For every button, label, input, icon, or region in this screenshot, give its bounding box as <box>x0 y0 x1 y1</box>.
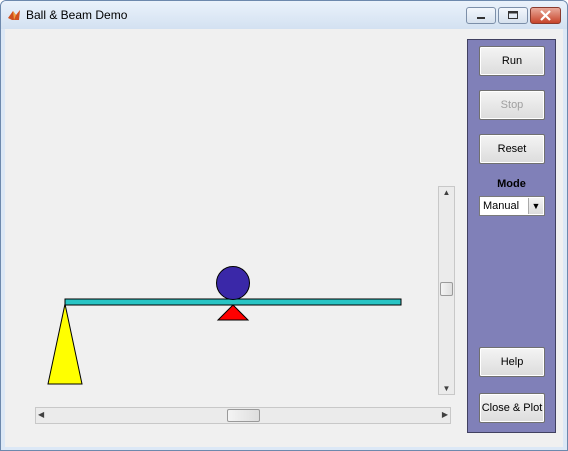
chevron-down-icon[interactable]: ▼ <box>528 198 543 214</box>
beam-angle-scrollbar[interactable]: ▲ ▼ <box>438 186 455 395</box>
scroll-left-icon[interactable]: ◀ <box>38 410 44 419</box>
control-panel: Run Stop Reset Mode Manual ▼ Help Close … <box>467 39 556 433</box>
matlab-icon <box>8 10 20 20</box>
close-icon <box>540 10 551 21</box>
mode-select[interactable]: Manual ▼ <box>479 196 545 216</box>
vertical-scroll-thumb[interactable] <box>440 282 453 296</box>
maximize-button[interactable] <box>498 7 528 24</box>
reset-button[interactable]: Reset <box>479 134 545 164</box>
title-bar: Ball & Beam Demo <box>1 1 567 29</box>
run-button[interactable]: Run <box>479 46 545 76</box>
close-and-plot-button[interactable]: Close & Plot <box>479 393 545 423</box>
mode-select-value: Manual <box>483 200 520 212</box>
horizontal-scroll-thumb[interactable] <box>227 409 260 422</box>
ball-position-scrollbar[interactable]: ◀ ▶ <box>35 407 451 424</box>
figure-canvas: ▲ ▼ ◀ ▶ Run Stop Reset Mode Manual ▼ Hel… <box>5 29 563 447</box>
help-button[interactable]: Help <box>479 347 545 377</box>
app-window: Ball & Beam Demo ▲ ▼ ◀ ▶ Run Stop Reset … <box>0 0 568 451</box>
minimize-icon <box>477 17 485 19</box>
support-triangle <box>47 303 83 385</box>
animation-axes <box>47 266 402 385</box>
maximize-icon <box>508 11 518 19</box>
stop-button[interactable]: Stop <box>479 90 545 120</box>
scroll-up-icon[interactable]: ▲ <box>439 188 454 197</box>
scroll-down-icon[interactable]: ▼ <box>439 384 454 393</box>
ball <box>216 266 250 300</box>
mode-label: Mode <box>497 178 526 190</box>
window-title: Ball & Beam Demo <box>26 8 128 22</box>
close-button[interactable] <box>530 7 561 24</box>
minimize-button[interactable] <box>466 7 496 24</box>
pivot-triangle <box>216 304 250 321</box>
scroll-right-icon[interactable]: ▶ <box>442 410 448 419</box>
